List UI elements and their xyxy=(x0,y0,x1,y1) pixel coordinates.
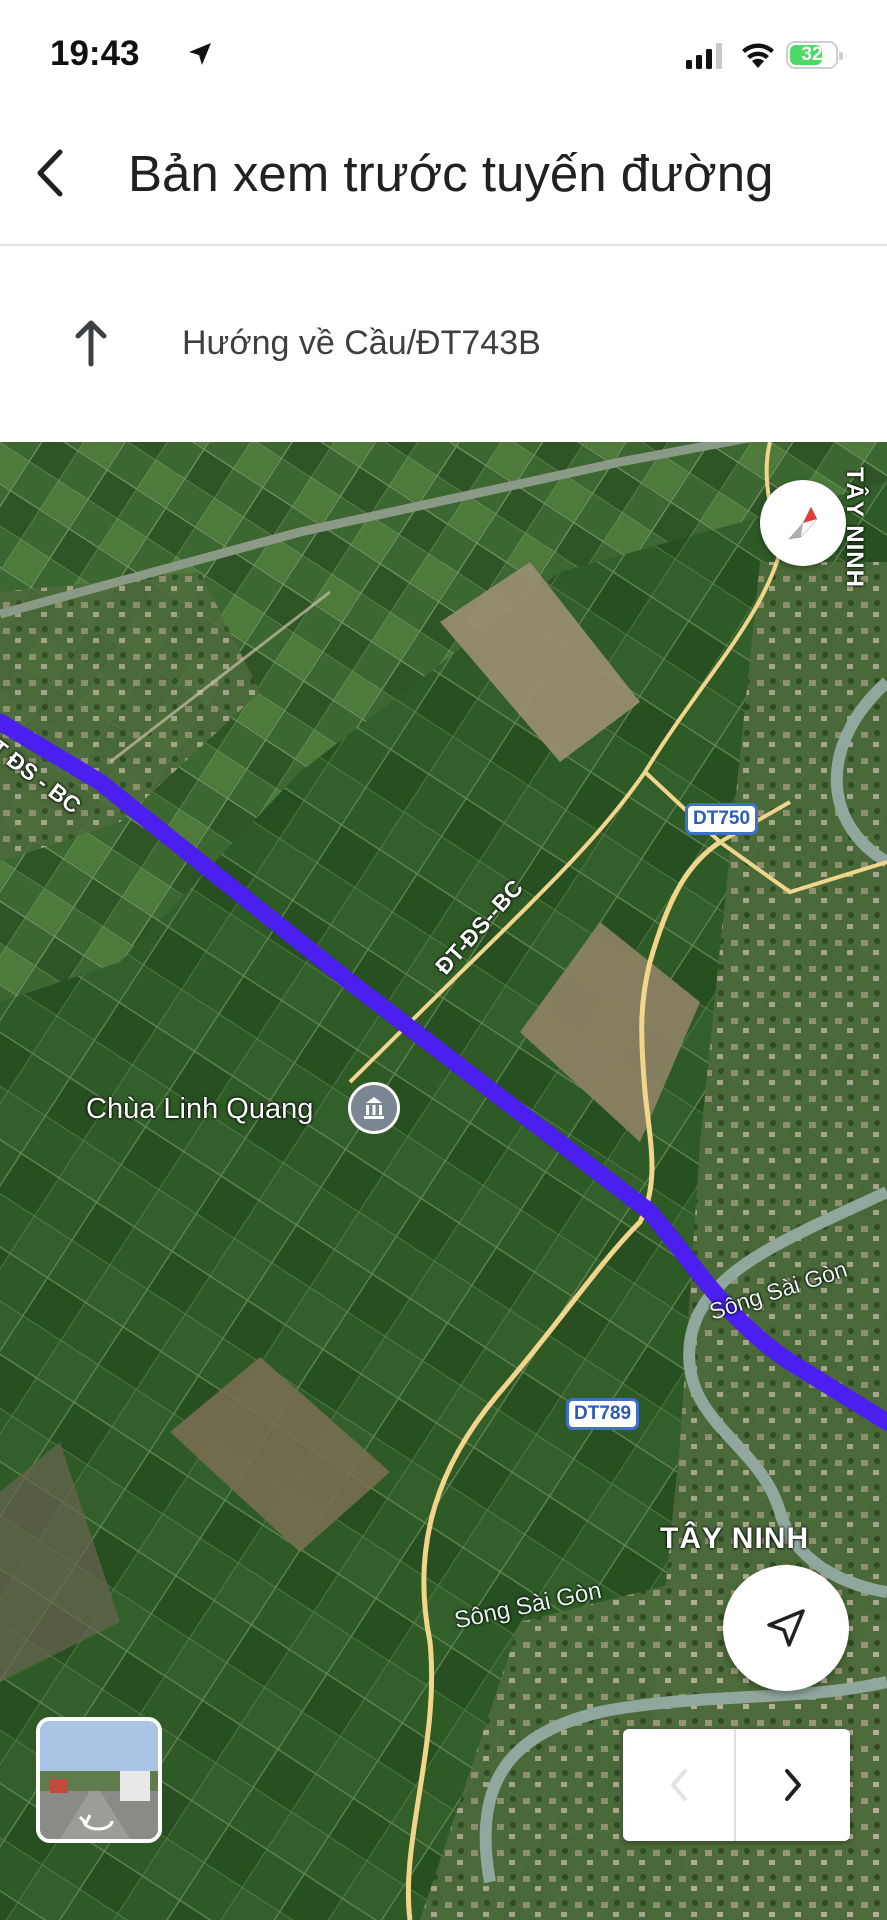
battery-indicator: 32 xyxy=(786,41,843,69)
place-label: Chùa Linh Quang xyxy=(86,1093,314,1125)
chevron-right-icon xyxy=(785,1769,801,1801)
compass-button[interactable] xyxy=(760,480,846,566)
back-button[interactable] xyxy=(20,138,80,208)
navigation-arrow-icon xyxy=(767,1609,805,1647)
route-shield: DT789 xyxy=(566,1398,640,1430)
next-step-button[interactable] xyxy=(736,1729,850,1841)
locate-button[interactable] xyxy=(723,1565,849,1691)
map-imagery xyxy=(0,442,887,1920)
arrow-up-icon xyxy=(75,320,107,367)
street-view-image xyxy=(40,1721,158,1839)
status-bar: 19:43 32 xyxy=(0,0,887,110)
step-instruction: Hướng về Cầu/ĐT743B xyxy=(182,324,541,362)
status-time: 19:43 xyxy=(50,34,140,73)
wifi-icon xyxy=(742,43,774,68)
location-services-icon xyxy=(189,43,211,65)
chevron-left-icon xyxy=(670,1769,687,1801)
satellite-map[interactable]: ĐT ĐS - BC ĐT-ĐS--BC DT750 DT789 Chùa Li… xyxy=(0,442,887,1920)
step-navigation xyxy=(623,1729,850,1841)
battery-level: 32 xyxy=(801,44,823,65)
page-title: Bản xem trước tuyến đường xyxy=(128,145,774,202)
route-step: Hướng về Cầu/ĐT743B xyxy=(0,246,887,442)
street-view-thumbnail[interactable] xyxy=(36,1717,162,1843)
temple-marker[interactable] xyxy=(348,1082,400,1134)
temple-icon xyxy=(364,1097,384,1119)
area-label: TÂY NINH xyxy=(660,1522,810,1555)
cellular-signal-icon xyxy=(686,43,722,69)
top-app-bar: Bản xem trước tuyến đường xyxy=(0,110,887,246)
previous-step-button[interactable] xyxy=(623,1729,736,1841)
chevron-left-icon xyxy=(37,149,63,197)
compass-icon xyxy=(788,506,818,540)
route-shield: DT750 xyxy=(685,803,759,835)
